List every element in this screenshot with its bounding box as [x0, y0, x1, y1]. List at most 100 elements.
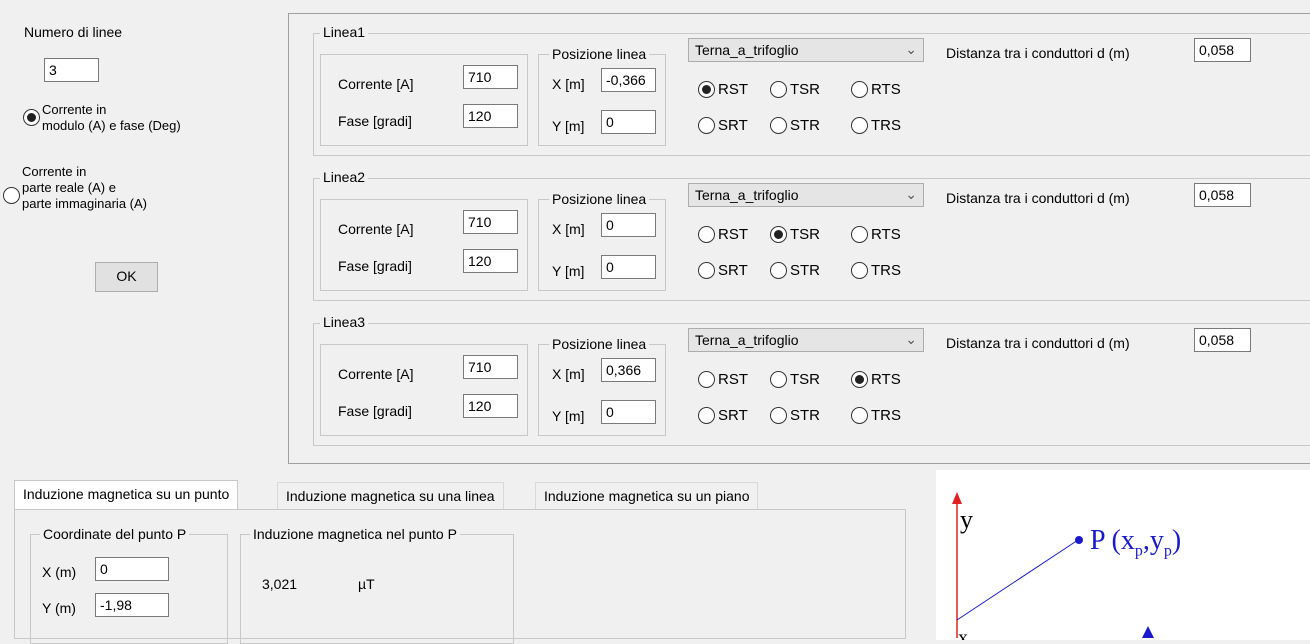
radio-label-r6: TRS: [871, 407, 901, 424]
diagram-y-label: y: [960, 505, 973, 534]
radio-r5[interactable]: [770, 407, 787, 424]
y-label: Y [m]: [552, 263, 585, 279]
x-input[interactable]: 0: [601, 213, 656, 237]
radio-reale-label-1: Corrente in: [22, 164, 87, 179]
fase-label: Fase [gradi]: [338, 113, 412, 129]
radio-r5[interactable]: [770, 117, 787, 134]
corrente-input[interactable]: 710: [463, 355, 518, 379]
y-input[interactable]: 0: [601, 110, 656, 134]
radio-label-r6: TRS: [871, 262, 901, 279]
radio-reale-label-2: parte reale (A) e: [22, 180, 116, 195]
point-x-input[interactable]: 0: [95, 557, 169, 581]
radio-r3[interactable]: [851, 81, 868, 98]
corrente-input[interactable]: 710: [463, 210, 518, 234]
x-input[interactable]: -0,366: [601, 68, 656, 92]
position-group-title: Posizione linea: [549, 336, 650, 352]
num-lines-input[interactable]: 3: [44, 58, 99, 82]
distanza-label: Distanza tra i conduttori d (m): [946, 335, 1130, 351]
radio-label-r4: SRT: [718, 407, 748, 424]
linea-frame-top: [313, 323, 1310, 324]
radio-label-r1: RST: [718, 81, 748, 98]
tab-induzione-punto[interactable]: Induzione magnetica su un punto: [14, 480, 239, 510]
radio-label-r5: STR: [790, 407, 820, 424]
fase-label: Fase [gradi]: [338, 403, 412, 419]
coordinate-group: [30, 534, 228, 644]
y-label: Y [m]: [552, 118, 585, 134]
radio-r2[interactable]: [770, 226, 787, 243]
radio-r1[interactable]: [698, 371, 715, 388]
linea-title: Linea3: [320, 314, 369, 330]
y-label: Y [m]: [552, 408, 585, 424]
x-label: X [m]: [552, 366, 585, 382]
result-unit: µT: [358, 576, 375, 592]
distanza-label: Distanza tra i conduttori d (m): [946, 45, 1130, 61]
linea-frame-bottom: [313, 155, 1310, 156]
ok-button[interactable]: OK: [95, 262, 158, 292]
linea-frame-top: [313, 33, 1310, 34]
fase-input[interactable]: 120: [463, 249, 518, 273]
radio-r4[interactable]: [698, 117, 715, 134]
radio-modulo-fase-label-1: Corrente in: [42, 102, 107, 117]
radio-label-r3: RTS: [871, 371, 901, 388]
radio-label-r3: RTS: [871, 81, 901, 98]
radio-label-r3: RTS: [871, 226, 901, 243]
radio-r5[interactable]: [770, 262, 787, 279]
chevron-down-icon: ⌄: [905, 41, 917, 57]
radio-r6[interactable]: [851, 407, 868, 424]
tab-induzione-piano[interactable]: Induzione magnetica su un piano: [535, 482, 759, 509]
linea-frame-left: [313, 323, 314, 445]
corrente-label: Corrente [A]: [338, 221, 414, 237]
radio-r4[interactable]: [698, 262, 715, 279]
radio-modulo-fase-label-2: modulo (A) e fase (Deg): [42, 118, 181, 133]
x-label: X [m]: [552, 76, 585, 92]
radio-reale-label-3: parte immaginaria (A): [22, 196, 147, 211]
point-diagram: y P (xp,yp) x: [936, 470, 1310, 640]
terna-combo[interactable]: Terna_a_trifoglio ⌄: [688, 183, 924, 207]
corrente-input[interactable]: 710: [463, 65, 518, 89]
distanza-input[interactable]: 0,058: [1194, 38, 1251, 62]
chevron-down-icon: ⌄: [905, 186, 917, 202]
linea-frame-left: [313, 33, 314, 155]
fase-input[interactable]: 120: [463, 394, 518, 418]
linea-frame-left: [313, 178, 314, 300]
linea-frame-bottom: [313, 300, 1310, 301]
distanza-input[interactable]: 0,058: [1194, 183, 1251, 207]
radio-label-r2: TSR: [790, 226, 820, 243]
position-group-title: Posizione linea: [549, 191, 650, 207]
radio-label-r2: TSR: [790, 371, 820, 388]
num-lines-label: Numero di linee: [24, 24, 123, 40]
linea-title: Linea1: [320, 24, 369, 40]
radio-r1[interactable]: [698, 226, 715, 243]
terna-combo[interactable]: Terna_a_trifoglio ⌄: [688, 328, 924, 352]
tab-induzione-linea[interactable]: Induzione magnetica su una linea: [277, 482, 504, 509]
x-input[interactable]: 0,366: [601, 358, 656, 382]
radio-r4[interactable]: [698, 407, 715, 424]
corrente-label: Corrente [A]: [338, 76, 414, 92]
radio-label-r6: TRS: [871, 117, 901, 134]
point-vector-line: [956, 539, 1079, 621]
radio-r6[interactable]: [851, 117, 868, 134]
chevron-down-icon: ⌄: [905, 331, 917, 347]
fase-input[interactable]: 120: [463, 104, 518, 128]
radio-r2[interactable]: [770, 81, 787, 98]
result-value: 3,021: [262, 576, 298, 592]
y-input[interactable]: 0: [601, 400, 656, 424]
result-group-title: Induzione magnetica nel punto P: [250, 526, 460, 542]
linea-frame-top: [313, 178, 1310, 179]
point-y-input[interactable]: -1,98: [95, 593, 169, 617]
radio-r6[interactable]: [851, 262, 868, 279]
radio-r3[interactable]: [851, 226, 868, 243]
radio-label-r5: STR: [790, 117, 820, 134]
radio-r3[interactable]: [851, 371, 868, 388]
diagram-point-label: P (xp,yp): [1090, 525, 1182, 560]
y-input[interactable]: 0: [601, 255, 656, 279]
y-axis-arrow: [952, 492, 962, 504]
radio-modulo-fase[interactable]: [23, 109, 40, 126]
bottom-marker: [1142, 626, 1154, 638]
radio-reale-immaginaria[interactable]: [3, 187, 20, 204]
coordinate-group-title: Coordinate del punto P: [40, 526, 190, 542]
distanza-input[interactable]: 0,058: [1194, 328, 1251, 352]
terna-combo[interactable]: Terna_a_trifoglio ⌄: [688, 38, 924, 62]
radio-r2[interactable]: [770, 371, 787, 388]
radio-r1[interactable]: [698, 81, 715, 98]
